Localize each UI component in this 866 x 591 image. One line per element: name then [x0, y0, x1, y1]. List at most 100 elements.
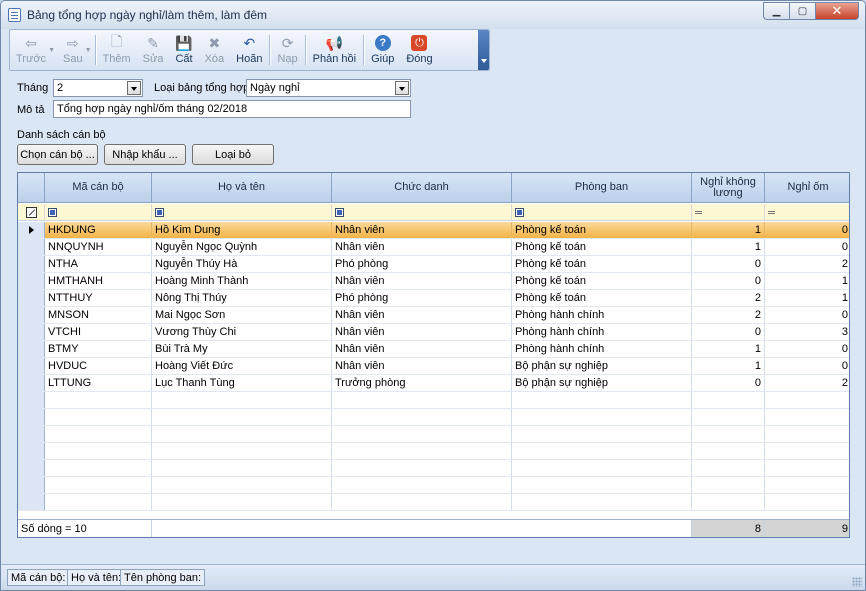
table-row[interactable]: NTTHUY Nông Thị Thúy Phó phòng Phòng kế toá…: [18, 290, 849, 307]
cell-sick-leave[interactable]: 1: [765, 273, 849, 289]
cell-unpaid-leave[interactable]: [692, 460, 765, 476]
row-indicator[interactable]: [18, 256, 45, 272]
filter-sick-leave[interactable]: [765, 204, 849, 220]
row-indicator[interactable]: [18, 426, 45, 442]
cell-unpaid-leave[interactable]: 2: [692, 307, 765, 323]
cell-department[interactable]: [512, 409, 692, 425]
cell-department[interactable]: Phòng kế toán: [512, 273, 692, 289]
cell-sick-leave[interactable]: 3: [765, 324, 849, 340]
cell-sick-leave[interactable]: 0: [765, 222, 849, 238]
cell-code[interactable]: MNSON: [45, 307, 152, 323]
cell-title[interactable]: Nhân viên: [332, 273, 512, 289]
cell-code[interactable]: [45, 392, 152, 408]
cell-title[interactable]: Phó phòng: [332, 290, 512, 306]
cell-department[interactable]: Phòng kế toán: [512, 256, 692, 272]
save-button[interactable]: 💾 Cất: [169, 30, 198, 70]
toolbar-overflow-button[interactable]: [478, 30, 489, 70]
maximize-button[interactable]: ▢: [789, 2, 815, 20]
row-indicator[interactable]: [18, 460, 45, 476]
filter-clear-icon[interactable]: [25, 206, 37, 218]
cell-code[interactable]: HMTHANH: [45, 273, 152, 289]
cell-title[interactable]: Nhân viên: [332, 239, 512, 255]
cell-department[interactable]: [512, 494, 692, 510]
select-staff-button[interactable]: Chọn cán bộ ...: [17, 144, 98, 165]
row-indicator[interactable]: [18, 222, 45, 238]
cell-code[interactable]: HKDUNG: [45, 222, 152, 238]
filter-code[interactable]: [45, 204, 152, 220]
table-row[interactable]: NNQUYNH Nguyễn Ngọc Quỳnh Nhân viên Phòng k…: [18, 239, 849, 256]
header-unpaid-leave[interactable]: Nghỉ không lương: [692, 173, 765, 202]
equals-icon[interactable]: [695, 210, 702, 214]
cell-unpaid-leave[interactable]: [692, 494, 765, 510]
back-dropdown-icon[interactable]: ▼: [48, 47, 55, 54]
load-button[interactable]: ⟳ Nạp: [271, 30, 303, 70]
filter-icon[interactable]: [515, 207, 524, 217]
cell-code[interactable]: LTTUNG: [45, 375, 152, 391]
cell-name[interactable]: [152, 494, 332, 510]
table-row[interactable]: MNSON Mai Ngọc Sơn Nhân viên Phòng hành chí…: [18, 307, 849, 324]
close-window-button[interactable]: ✕: [815, 2, 859, 20]
cell-sick-leave[interactable]: 1: [765, 290, 849, 306]
import-button[interactable]: Nhập khẩu ...: [104, 144, 186, 165]
cell-department[interactable]: [512, 477, 692, 493]
cell-name[interactable]: Vương Thùy Chi: [152, 324, 332, 340]
cell-department[interactable]: [512, 426, 692, 442]
row-indicator[interactable]: [18, 290, 45, 306]
cell-name[interactable]: [152, 460, 332, 476]
cell-name[interactable]: [152, 409, 332, 425]
table-row[interactable]: HKDUNG Hồ Kim Dung Nhân viên Phòng kế toán 1…: [18, 222, 849, 239]
cell-title[interactable]: Trưởng phòng: [332, 375, 512, 391]
cell-title[interactable]: [332, 477, 512, 493]
cell-name[interactable]: Nguyễn Ngọc Quỳnh: [152, 239, 332, 255]
row-indicator[interactable]: [18, 324, 45, 340]
cell-name[interactable]: [152, 443, 332, 459]
cell-unpaid-leave[interactable]: 1: [692, 341, 765, 357]
cell-code[interactable]: NNQUYNH: [45, 239, 152, 255]
cell-code[interactable]: VTCHI: [45, 324, 152, 340]
row-indicator[interactable]: [18, 341, 45, 357]
cell-department[interactable]: [512, 460, 692, 476]
cell-sick-leave[interactable]: [765, 460, 849, 476]
cell-title[interactable]: Nhân viên: [332, 222, 512, 238]
add-button[interactable]: 🗋 Thêm: [97, 30, 137, 70]
row-indicator[interactable]: [18, 358, 45, 374]
description-input[interactable]: Tổng hợp ngày nghỉ/ốm tháng 02/2018: [53, 100, 411, 118]
header-code[interactable]: Mã cán bộ: [45, 173, 152, 202]
header-department[interactable]: Phòng ban: [512, 173, 692, 202]
cell-code[interactable]: [45, 443, 152, 459]
summary-type-combo[interactable]: Ngày nghỉ: [246, 79, 411, 97]
cell-code[interactable]: [45, 460, 152, 476]
equals-icon[interactable]: [768, 210, 775, 214]
table-row[interactable]: HMTHANH Hoàng Minh Thành Nhân viên Phòng kế…: [18, 273, 849, 290]
cell-unpaid-leave[interactable]: [692, 443, 765, 459]
filter-title[interactable]: [332, 204, 512, 220]
cell-sick-leave[interactable]: 0: [765, 239, 849, 255]
table-row[interactable]: BTMY Bùi Trà My Nhân viên Phòng hành chính 1…: [18, 341, 849, 358]
cell-department[interactable]: Phòng hành chính: [512, 324, 692, 340]
cell-unpaid-leave[interactable]: 0: [692, 256, 765, 272]
cell-code[interactable]: BTMY: [45, 341, 152, 357]
cell-title[interactable]: Nhân viên: [332, 307, 512, 323]
row-indicator[interactable]: [18, 392, 45, 408]
row-indicator[interactable]: [18, 375, 45, 391]
minimize-button[interactable]: ▁: [763, 2, 789, 20]
cell-unpaid-leave[interactable]: 2: [692, 290, 765, 306]
cell-name[interactable]: [152, 477, 332, 493]
filter-unpaid-leave[interactable]: [692, 204, 765, 220]
row-indicator[interactable]: [18, 494, 45, 510]
filter-icon[interactable]: [155, 207, 164, 217]
cell-name[interactable]: [152, 392, 332, 408]
header-name[interactable]: Họ và tên: [152, 173, 332, 202]
cell-sick-leave[interactable]: [765, 443, 849, 459]
cell-department[interactable]: Phòng hành chính: [512, 341, 692, 357]
cell-sick-leave[interactable]: [765, 409, 849, 425]
next-dropdown-icon[interactable]: ▼: [85, 47, 92, 54]
cell-department[interactable]: [512, 443, 692, 459]
cell-unpaid-leave[interactable]: 1: [692, 239, 765, 255]
filter-icon[interactable]: [48, 207, 57, 217]
delete-button[interactable]: ✖ Xóa: [199, 30, 231, 70]
cell-code[interactable]: HVDUC: [45, 358, 152, 374]
resize-grip-icon[interactable]: [852, 577, 862, 587]
edit-button[interactable]: ✎ Sửa: [137, 30, 170, 70]
cell-code[interactable]: [45, 477, 152, 493]
